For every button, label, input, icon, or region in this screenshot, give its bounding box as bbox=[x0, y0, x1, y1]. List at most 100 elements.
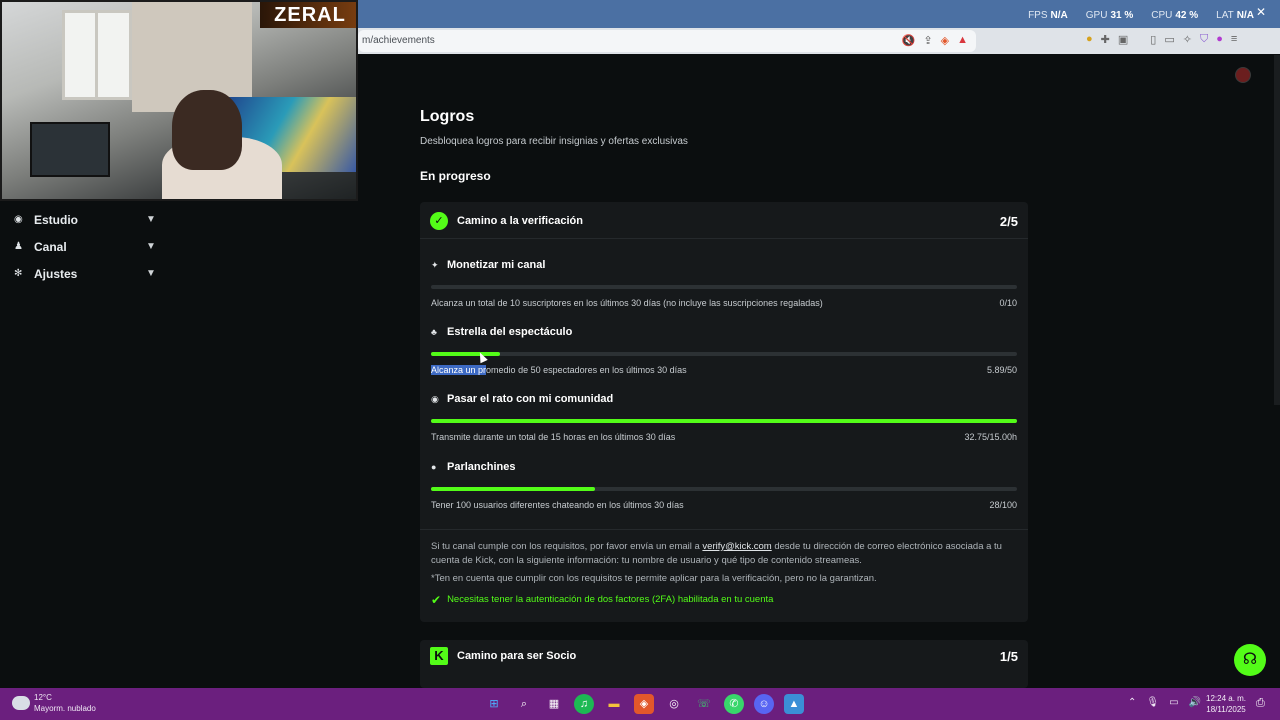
search-icon[interactable]: ⌕ bbox=[514, 694, 534, 714]
card-header[interactable]: ✓ Camino a la verificación 2/5 bbox=[430, 211, 1018, 231]
system-clock[interactable]: 12:24 a. m. 18/11/2025 bbox=[1206, 693, 1246, 715]
user-avatar[interactable] bbox=[1235, 67, 1251, 83]
sidebar-item-settings[interactable]: ✻ Ajustes ▼ bbox=[0, 260, 170, 287]
achievement-item: ● Parlanchines Tener 100 usuarios diferen… bbox=[431, 461, 1017, 510]
selected-text: Alcanza un pr bbox=[431, 365, 487, 375]
info-note: *Ten en cuenta que cumplir con los requi… bbox=[431, 573, 877, 584]
gear-icon: ✻ bbox=[14, 268, 23, 279]
page-title: Logros bbox=[420, 108, 475, 125]
photos-icon[interactable]: ▲ bbox=[784, 694, 804, 714]
notification-icon[interactable]: ⎙ bbox=[1256, 697, 1265, 710]
spotify-icon[interactable]: ♫ bbox=[574, 694, 594, 714]
file-explorer-icon[interactable]: ▬ bbox=[604, 694, 624, 714]
task-view-icon[interactable]: ▦ bbox=[544, 694, 564, 714]
sidebar-item-channel[interactable]: ♟ Canal ▼ bbox=[0, 233, 170, 260]
chat-icon: ● bbox=[431, 462, 437, 472]
progress-fill bbox=[431, 419, 1017, 423]
sidebar-toggle-icon[interactable]: ▯ bbox=[1150, 33, 1156, 46]
microphone-icon[interactable]: 🎙 bbox=[1146, 697, 1159, 708]
webcam-window bbox=[62, 10, 132, 100]
page-subtitle: Desbloquea logros para recibir insignias… bbox=[420, 136, 688, 147]
address-bar-row: m/achievements 🔇 ⇪ ◈ ▲ ● ✚ ▣ ▯ ▭ ✧ ⛉ ● ≡ bbox=[358, 28, 1280, 54]
whatsapp-icon[interactable]: ☏ bbox=[694, 694, 714, 714]
partner-card: K Camino para ser Socio 1/5 bbox=[420, 640, 1028, 688]
achievement-title: Pasar el rato con mi comunidad bbox=[447, 393, 614, 405]
menu-icon[interactable]: ≡ bbox=[1231, 33, 1237, 46]
progress-fill bbox=[431, 352, 501, 356]
system-tray: ⌃ 🎙 ▭ 🔊 bbox=[1128, 697, 1201, 708]
extension-icon[interactable]: ● bbox=[1086, 33, 1093, 46]
chevron-up-icon[interactable]: ⌃ bbox=[1128, 697, 1136, 708]
sidebar-item-studio[interactable]: ◉ Estudio ▼ bbox=[0, 206, 170, 233]
webcam-overlay: ZERAL bbox=[0, 0, 358, 201]
close-icon[interactable]: ✕ bbox=[1256, 5, 1266, 19]
card-title: Camino para ser Socio bbox=[457, 650, 577, 662]
brave-browser-icon[interactable]: ◈ bbox=[634, 694, 654, 714]
progress-bar bbox=[431, 487, 1017, 491]
card-count: 2/5 bbox=[999, 213, 1018, 229]
kick-logo-icon: K bbox=[430, 647, 448, 665]
card-header[interactable]: K Camino para ser Socio 1/5 bbox=[430, 646, 1018, 666]
achievement-title: Monetizar mi canal bbox=[447, 259, 546, 271]
sidebar-item-label: Canal bbox=[34, 239, 67, 254]
achievement-desc: Alcanza un total de 10 suscriptores en l… bbox=[431, 298, 823, 308]
requirement-check: ✔ Necesitas tener la autenticación de dos… bbox=[431, 593, 774, 607]
windows-start-icon[interactable]: ⊞ bbox=[484, 694, 504, 714]
chevron-down-icon: ▼ bbox=[146, 241, 156, 252]
cpu-stat: CPU 42 % bbox=[1151, 10, 1199, 21]
address-bar[interactable]: m/achievements 🔇 ⇪ ◈ ▲ bbox=[358, 30, 976, 52]
achievement-item: ♣ Estrella del espectáculo Alcanza un pro… bbox=[431, 326, 1017, 375]
network-icon[interactable]: ▭ bbox=[1169, 697, 1178, 708]
share-icon[interactable]: ⇪ bbox=[923, 34, 932, 47]
temperature: 12°C bbox=[34, 693, 52, 702]
sidebar-item-label: Estudio bbox=[34, 212, 78, 227]
lat-stat: LAT N/A bbox=[1216, 10, 1254, 21]
address-bar-icons: 🔇 ⇪ ◈ ▲ bbox=[902, 34, 968, 47]
clock-date: 18/11/2025 bbox=[1206, 705, 1246, 714]
webcam-monitor bbox=[30, 122, 110, 177]
achievement-value: 28/100 bbox=[989, 500, 1017, 510]
card-title: Camino a la verificación bbox=[457, 215, 583, 227]
verified-badge-icon: ✓ bbox=[430, 212, 448, 230]
achievement-value: 5.89/50 bbox=[986, 365, 1017, 375]
support-chat-button[interactable]: ☊ bbox=[1234, 644, 1266, 676]
achievement-value: 32.75/15.00h bbox=[964, 432, 1017, 442]
screenshot-icon[interactable]: ▣ bbox=[1118, 33, 1128, 46]
volume-icon[interactable]: 🔊 bbox=[1189, 697, 1201, 708]
email-link[interactable]: verify@kick.com bbox=[702, 541, 771, 552]
brave-shield-icon[interactable]: ◈ bbox=[941, 34, 949, 47]
discord-icon[interactable]: ☺ bbox=[754, 694, 774, 714]
sidebar: ◉ Estudio ▼ ♟ Canal ▼ ✻ Ajustes ▼ bbox=[0, 206, 170, 287]
chevron-down-icon: ▼ bbox=[146, 214, 156, 225]
weather-widget[interactable]: 12°C Mayorm. nublado bbox=[12, 692, 96, 714]
achievement-desc: omedio de 50 espectadores en los últimos… bbox=[486, 365, 687, 375]
obs-icon[interactable]: ◎ bbox=[664, 694, 684, 714]
profile-icon[interactable]: ● bbox=[1216, 33, 1223, 46]
progress-bar bbox=[431, 285, 1017, 289]
verification-card: ✓ Camino a la verificación 2/5 ✦ Monetiza… bbox=[420, 202, 1028, 622]
scrollbar[interactable] bbox=[1274, 55, 1280, 405]
puzzle-icon[interactable]: ✚ bbox=[1101, 33, 1110, 46]
progress-bar bbox=[431, 352, 1017, 356]
info-text: Si tu canal cumple con los requisitos, p… bbox=[431, 541, 1002, 566]
vpn-icon[interactable]: ⛉ bbox=[1200, 33, 1208, 46]
main-content: Logros Desbloquea logros para recibir in… bbox=[420, 108, 1028, 183]
achievement-desc: Transmite durante un total de 15 horas e… bbox=[431, 432, 676, 442]
section-title: En progreso bbox=[420, 169, 491, 183]
leo-icon[interactable]: ✧ bbox=[1183, 33, 1192, 46]
achievement-item: ✦ Monetizar mi canal Alcanza un total de … bbox=[431, 259, 1017, 308]
verification-info: Si tu canal cumple con los requisitos, p… bbox=[431, 540, 1017, 607]
mute-icon[interactable]: 🔇 bbox=[902, 34, 916, 47]
whatsapp-business-icon[interactable]: ✆ bbox=[724, 694, 744, 714]
broadcast-icon: ◉ bbox=[431, 393, 439, 404]
wallet-icon[interactable]: ▭ bbox=[1164, 33, 1174, 46]
check-icon: ✔ bbox=[431, 593, 442, 607]
url-text: m/achievements bbox=[362, 35, 435, 46]
brave-rewards-icon[interactable]: ▲ bbox=[957, 34, 968, 47]
cloud-icon bbox=[12, 696, 30, 710]
achievement-desc: Tener 100 usuarios diferentes chateando … bbox=[431, 500, 684, 510]
streamer-logo: ZERAL bbox=[260, 2, 356, 28]
sidebar-item-label: Ajustes bbox=[34, 266, 78, 281]
progress-fill bbox=[431, 487, 596, 491]
achievement-value: 0/10 bbox=[999, 298, 1017, 308]
